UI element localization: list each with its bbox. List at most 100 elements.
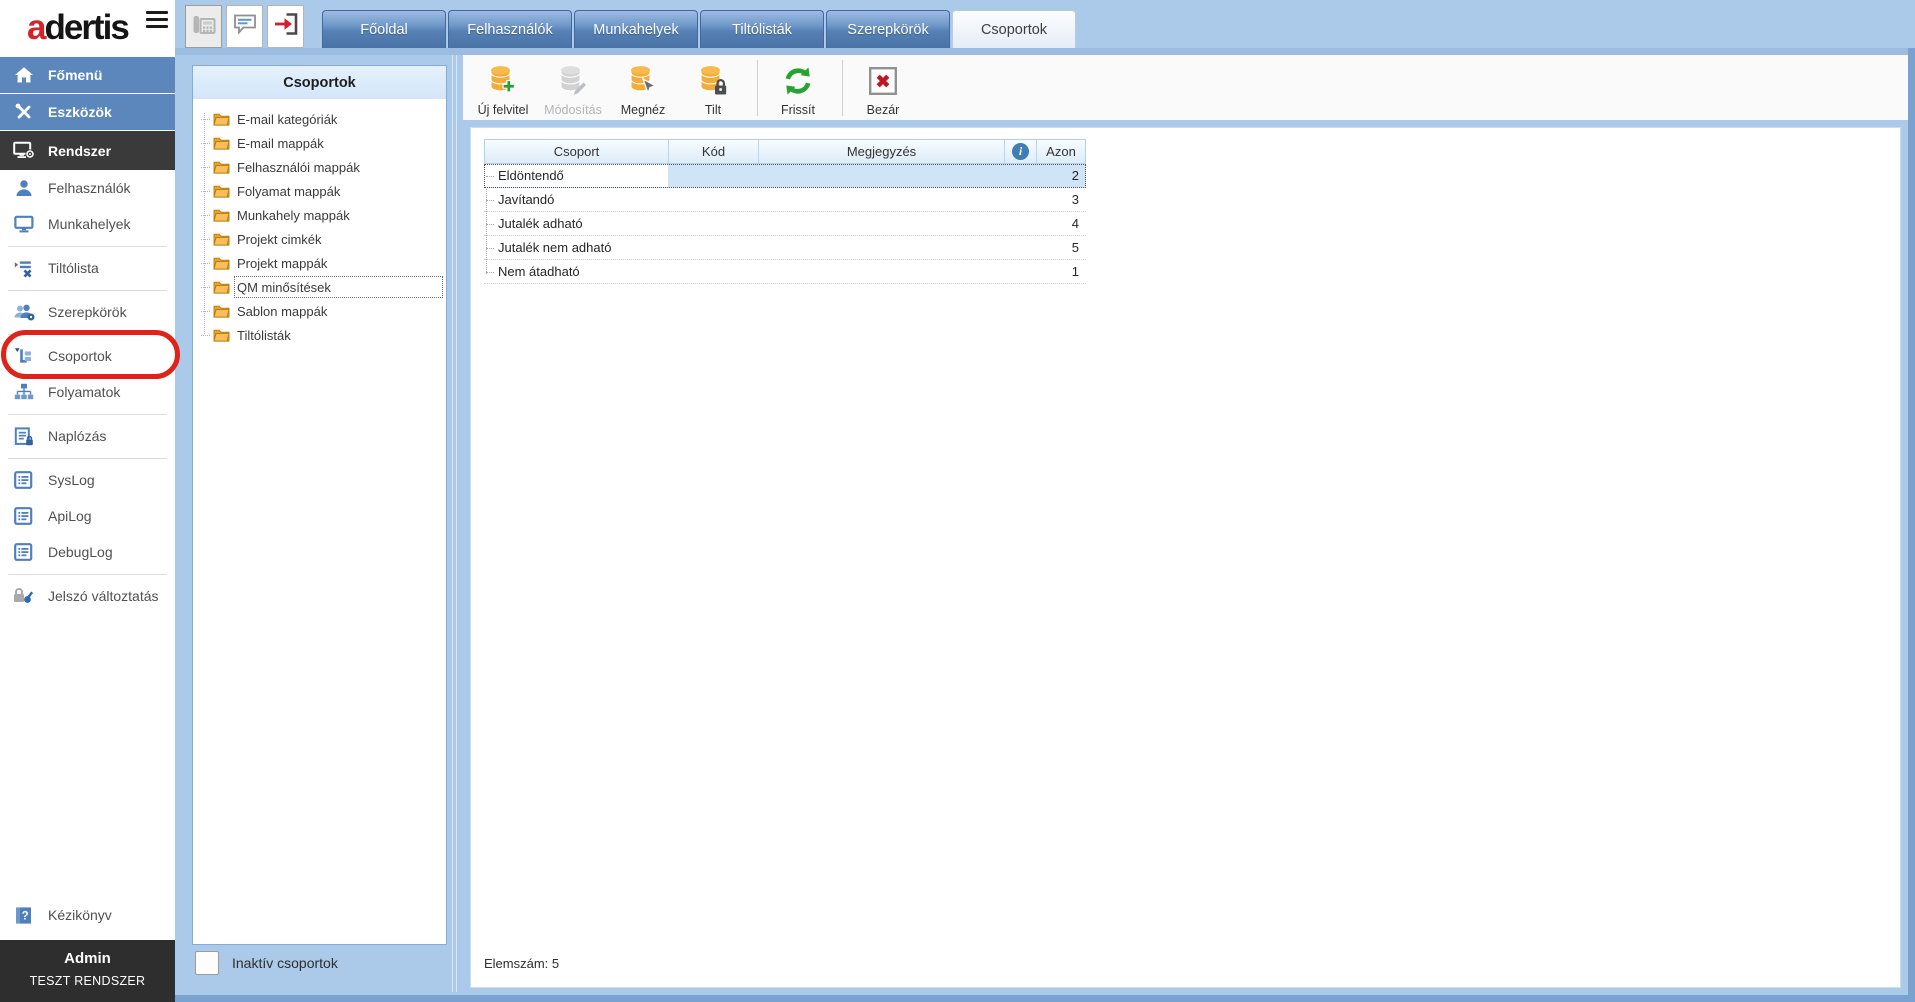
refresh-button[interactable]: Frissít [765, 58, 831, 118]
tree-connector [201, 118, 210, 120]
cell-azon: 2 [1071, 168, 1079, 183]
close-button[interactable]: Bezár [850, 58, 916, 118]
column-header-megjegyzes[interactable]: Megjegyzés [759, 140, 1005, 163]
toolbar-separator [757, 59, 758, 116]
tree-item-tiltolistak[interactable]: Tiltólisták [200, 323, 444, 347]
tree-item-label: QM minősítések [237, 279, 331, 295]
cell-azon: 3 [1071, 192, 1079, 207]
system-monitor-gear-icon [12, 141, 35, 160]
cell-csoport: Javítandó [498, 192, 555, 207]
toolbar-button-label: Frissít [780, 102, 816, 117]
panel-splitter[interactable] [452, 55, 453, 992]
tab-strip-shadow [175, 48, 1915, 55]
groups-tree-icon [12, 347, 35, 365]
column-header-kod[interactable]: Kód [669, 140, 759, 163]
sidebar-item-szerepkorok[interactable]: Szerepkörök [0, 294, 175, 330]
folder-icon [213, 280, 230, 294]
cell-megjegyzes [758, 260, 1004, 283]
tree-item-label: Tiltólisták [237, 327, 291, 343]
logout-button[interactable] [267, 5, 304, 48]
sidebar-item-jelszo-valtoztatas[interactable]: Jelszó változtatás [0, 578, 175, 614]
tree-item-munkahely-mappak[interactable]: Munkahely mappák [200, 203, 444, 227]
database-edit-icon [556, 64, 590, 102]
table-row[interactable]: Eldöntendő 2 [484, 164, 1086, 188]
sidebar-item-label: Eszközök [48, 104, 112, 120]
sidebar-item-folyamatok[interactable]: Folyamatok [0, 374, 175, 410]
tree-item-felhasznaloi-mappak[interactable]: Felhasználói mappák [200, 155, 444, 179]
tree-item-label: Projekt mappák [237, 255, 328, 271]
column-header-info[interactable]: i [1005, 140, 1037, 163]
new-record-button[interactable]: Új felvitel [470, 58, 536, 118]
tab-tiltolistak[interactable]: Tiltólisták [700, 10, 824, 48]
manual-book-icon: ? [12, 906, 35, 925]
debuglog-list-icon [12, 543, 35, 561]
logo-letter-a: a [27, 8, 47, 47]
tab-fooldal[interactable]: Főoldal [322, 10, 446, 48]
sidebar-item-tiltolista[interactable]: Tiltólista [0, 250, 175, 286]
tab-munkahelyek[interactable]: Munkahelyek [574, 10, 698, 48]
table-row[interactable]: Jutalék nem adható 5 [484, 236, 1086, 260]
sidebar-item-label: DebugLog [48, 544, 113, 560]
view-button[interactable]: Megnéz [610, 58, 676, 118]
tab-felhasznalok[interactable]: Felhasználók [448, 10, 572, 48]
ban-button[interactable]: Tilt [680, 58, 746, 118]
sidebar-item-csoportok[interactable]: Csoportok [0, 338, 175, 374]
panel-splitter-line [456, 55, 457, 992]
grid-header: Csoport Kód Megjegyzés i Azon [484, 139, 1086, 164]
column-header-azon[interactable]: Azon [1037, 140, 1085, 163]
messages-button[interactable] [226, 5, 263, 48]
info-icon: i [1012, 143, 1029, 160]
table-row[interactable]: Jutalék adható 4 [484, 212, 1086, 236]
folder-icon [213, 160, 230, 174]
groups-content-panel: Csoport Kód Megjegyzés i Azon Eldöntendő… [470, 127, 1901, 988]
sidebar-item-eszkozok[interactable]: Eszközök [0, 94, 175, 130]
sidebar-item-label: Munkahelyek [48, 216, 131, 232]
tree-connector [201, 334, 210, 336]
folder-icon [213, 112, 230, 126]
sidebar-item-label: Csoportok [48, 348, 112, 364]
sidebar-item-fomenu[interactable]: Főmenü [0, 57, 175, 93]
sidebar-item-kezikonyv[interactable]: ? Kézikönyv [0, 897, 175, 933]
tree-item-email-mappak[interactable]: E-mail mappák [200, 131, 444, 155]
tree-item-projekt-cimkek[interactable]: Projekt cimkék [200, 227, 444, 251]
sidebar-item-debuglog[interactable]: DebugLog [0, 534, 175, 570]
current-user: Admin [64, 950, 111, 967]
sidebar-item-rendszer[interactable]: Rendszer [0, 131, 175, 170]
syslog-list-icon [12, 471, 35, 489]
toolbar-button-label: Megnéz [620, 102, 666, 117]
sidebar-item-munkahelyek[interactable]: Munkahelyek [0, 206, 175, 242]
cell-megjegyzes [758, 212, 1004, 235]
sidebar-item-syslog[interactable]: SysLog [0, 462, 175, 498]
tab-szerepkorok[interactable]: Szerepkörök [826, 10, 950, 48]
cell-info [1004, 236, 1036, 259]
inactive-groups-checkbox[interactable] [195, 951, 219, 975]
tree-item-folyamat-mappak[interactable]: Folyamat mappák [200, 179, 444, 203]
tab-bar: Főoldal Felhasználók Munkahelyek Tiltóli… [322, 10, 1076, 48]
sidebar-item-label: Tiltólista [48, 260, 99, 276]
monitor-icon [12, 215, 35, 233]
modify-button[interactable]: Módosítás [540, 58, 606, 118]
tree-list: E-mail kategóriák E-mail mappák Felhaszn… [193, 99, 446, 347]
sidebar-item-apilog[interactable]: ApiLog [0, 498, 175, 534]
table-row[interactable]: Javítandó 3 [484, 188, 1086, 212]
svg-text:?: ? [21, 910, 28, 922]
hamburger-menu-icon[interactable] [146, 11, 168, 32]
sidebar-divider [0, 570, 175, 578]
sidebar-item-naplozas[interactable]: Naplózás [0, 418, 175, 454]
table-row[interactable]: Nem átadható 1 [484, 260, 1086, 284]
cell-info [1004, 212, 1036, 235]
tree-item-label: Sablon mappák [237, 303, 328, 319]
sidebar-item-felhasznalok[interactable]: Felhasználók [0, 170, 175, 206]
tab-csoportok[interactable]: Csoportok [952, 10, 1076, 48]
tree-item-email-kategoriak[interactable]: E-mail kategóriák [200, 107, 444, 131]
fax-button[interactable] [185, 5, 222, 48]
column-header-csoport[interactable]: Csoport [485, 140, 669, 163]
inactive-groups-filter: Inaktív csoportok [195, 951, 338, 975]
tree-item-sablon-mappak[interactable]: Sablon mappák [200, 299, 444, 323]
sidebar-item-label: Jelszó változtatás [48, 588, 159, 604]
folder-icon [213, 232, 230, 246]
tree-connector [201, 310, 210, 312]
tree-item-qm-minositesek[interactable]: QM minősítések [200, 275, 444, 299]
logout-icon [273, 11, 299, 42]
tree-item-projekt-mappak[interactable]: Projekt mappák [200, 251, 444, 275]
